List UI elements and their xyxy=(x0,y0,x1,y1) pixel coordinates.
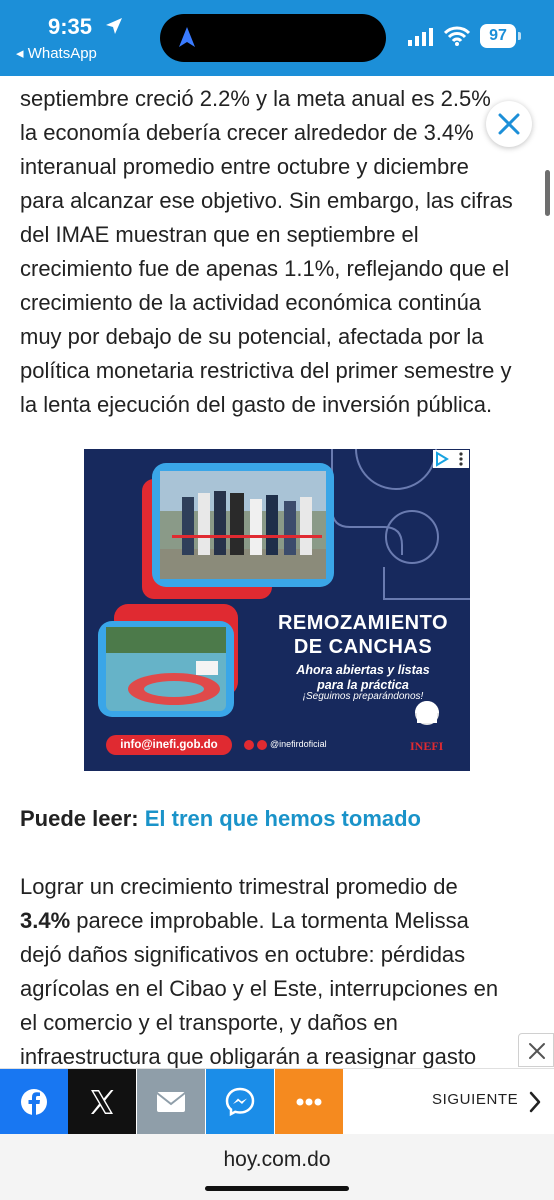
text-line: 3.4% parece improbable. La tormenta Meli… xyxy=(20,904,526,938)
cellular-signal-icon xyxy=(408,28,433,46)
text-line: crecimiento de la actividad económica co… xyxy=(20,290,482,315)
ad-email: info@inefi.gob.do xyxy=(106,735,232,755)
text-line: agrícolas en el Cibao y el Este, interru… xyxy=(20,976,499,1001)
ad-choices-badge[interactable] xyxy=(433,450,469,468)
navigation-arrow-icon xyxy=(179,27,195,47)
url-text[interactable]: hoy.com.do xyxy=(0,1148,554,1172)
text-line: Lograr un crecimiento trimestral promedi… xyxy=(20,874,458,899)
back-to-app-link[interactable]: ◂ WhatsApp xyxy=(16,44,97,62)
read-also-label: Puede leer: xyxy=(20,806,139,831)
advertisement-banner[interactable]: REMOZAMIENTO DE CANCHAS Ahora abiertas y… xyxy=(84,449,470,771)
share-bar-close-button[interactable] xyxy=(518,1033,554,1067)
read-also: Puede leer: El tren que hemos tomado xyxy=(20,806,421,832)
close-overlay-button[interactable] xyxy=(486,101,532,147)
read-also-link[interactable]: El tren que hemos tomado xyxy=(145,806,421,831)
facebook-icon xyxy=(21,1089,47,1115)
share-bar: SIGUIENTE xyxy=(0,1068,554,1135)
wifi-icon xyxy=(444,26,470,46)
share-more-button[interactable] xyxy=(275,1069,343,1135)
bold-figure: 3.4% xyxy=(20,908,71,933)
text-line: la lenta ejecución del gasto de inversió… xyxy=(20,392,493,417)
text-line: la economía debería crecer alrededor de … xyxy=(20,120,474,145)
ad-headline-line: DE CANCHAS xyxy=(293,636,433,658)
text-line: crecimiento fue de apenas 1.1%, reflejan… xyxy=(20,256,510,281)
home-indicator[interactable] xyxy=(205,1186,349,1191)
text-line: para alcanzar ese objetivo. Sin embargo,… xyxy=(20,188,513,213)
battery-tip xyxy=(518,32,521,40)
ad-headline-line: REMOZAMIENTO xyxy=(277,612,449,634)
inefi-logo: INEFI xyxy=(410,739,444,753)
share-facebook-button[interactable] xyxy=(0,1069,68,1135)
facebook-icon xyxy=(257,739,267,750)
text-line: el comercio y el transporte, y daños en xyxy=(20,1010,398,1035)
scrollbar-thumb[interactable] xyxy=(545,170,550,216)
ad-tagline: ¡Seguimos preparándonos! xyxy=(302,691,424,702)
share-messenger-button[interactable] xyxy=(206,1069,274,1135)
ad-headline: REMOZAMIENTO DE CANCHAS xyxy=(268,611,458,659)
close-icon xyxy=(498,113,520,135)
messenger-icon xyxy=(225,1087,255,1117)
ad-social-handle: @inefirdoficial xyxy=(270,739,327,749)
mail-icon xyxy=(156,1092,186,1112)
battery-indicator: 97 xyxy=(480,24,516,48)
article-paragraph: Lograr un crecimiento trimestral promedi… xyxy=(20,870,526,1074)
text-line: interanual promedio entre octubre y dici… xyxy=(20,154,469,179)
share-email-button[interactable] xyxy=(137,1069,205,1135)
x-icon xyxy=(91,1090,114,1114)
close-icon xyxy=(529,1043,545,1059)
text-line: muy por debajo de su potencial, afectada… xyxy=(20,324,484,349)
chevron-right-icon[interactable] xyxy=(528,1091,542,1113)
status-bar: 9:35 ◂ WhatsApp 97 xyxy=(0,0,554,76)
text-line: política monetaria restrictiva del prime… xyxy=(20,358,512,383)
ad-social: @inefirdoficial xyxy=(244,739,327,750)
text-line: septiembre creció 2.2% y la meta anual e… xyxy=(20,86,491,111)
text-line: dejó daños significativos en octubre: pé… xyxy=(20,942,466,967)
article-paragraph: septiembre creció 2.2% y la meta anual e… xyxy=(20,82,526,422)
status-time: 9:35 xyxy=(48,14,93,39)
instagram-icon xyxy=(244,739,254,750)
ad-choices-icon xyxy=(436,451,463,467)
more-icon xyxy=(296,1098,322,1106)
next-article-label[interactable]: SIGUIENTE xyxy=(432,1091,518,1108)
location-arrow-icon xyxy=(106,18,122,34)
ad-subtitle-line: Ahora abiertas y listas xyxy=(296,663,430,677)
ad-subtitle: Ahora abiertas y listas para la práctica xyxy=(268,663,458,693)
text-line: del IMAE muestran que en septiembre el xyxy=(20,222,419,247)
share-x-button[interactable] xyxy=(68,1069,136,1135)
ad-artwork xyxy=(98,449,470,725)
text-segment: parece improbable. La tormenta Melissa xyxy=(70,908,469,933)
